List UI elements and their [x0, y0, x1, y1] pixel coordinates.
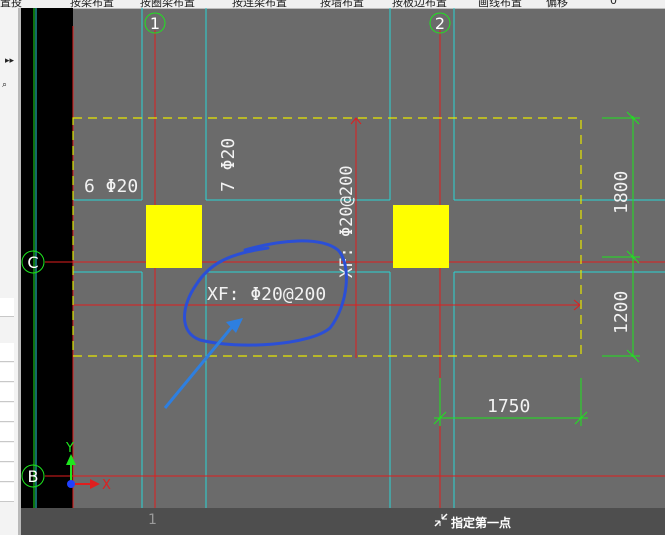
list-item[interactable]	[0, 483, 14, 502]
column-1[interactable]	[146, 205, 202, 268]
list-item[interactable]	[0, 403, 14, 422]
axis-label-c: C	[27, 253, 38, 272]
pick-point-icon	[434, 513, 448, 527]
rebar-label-vertical[interactable]: XF: Φ20@200	[337, 165, 357, 278]
list-item[interactable]	[0, 383, 14, 402]
axis-label-b: B	[28, 467, 39, 486]
ucs-y-label: Y	[65, 441, 74, 456]
list-item[interactable]	[0, 443, 14, 462]
list-item[interactable]	[0, 298, 14, 317]
list-item[interactable]	[0, 343, 14, 362]
expand-icon[interactable]: ▸▸	[5, 56, 14, 66]
rebar-label-horizontal[interactable]: XF: Φ20@200	[207, 284, 326, 305]
axis-label-1: 1	[150, 14, 160, 33]
list-item[interactable]	[0, 463, 14, 482]
offset-input[interactable]: 0	[610, 0, 617, 7]
rebar-label-left[interactable]: 6 Φ20	[84, 176, 138, 197]
ucs-icon: Y X	[65, 441, 111, 493]
rebar-label-mid[interactable]: 7 Φ20	[218, 138, 239, 192]
list-item[interactable]	[0, 363, 14, 382]
list-item[interactable]	[0, 423, 14, 442]
left-panel: ▸▸ ⌕	[0, 8, 19, 535]
dim-1200[interactable]: 1200	[611, 291, 632, 334]
axis-bubble-1[interactable]: 1	[144, 12, 166, 34]
axis-label-2: 2	[435, 14, 445, 33]
dim-1800[interactable]: 1800	[611, 171, 632, 214]
dim-1750[interactable]: 1750	[487, 396, 530, 417]
command-prompt: 指定第一点	[451, 516, 512, 530]
cad-canvas[interactable]: 1 2 C B 6 Φ20 7 Φ20 XF: Φ20@200 XF: Φ20@…	[21, 8, 665, 508]
annotation-arrow	[163, 321, 238, 409]
command-status-bar: 1 指定第一点	[21, 508, 665, 535]
axis-bubble-2[interactable]: 2	[429, 12, 451, 34]
search-icon[interactable]: ⌕	[2, 80, 7, 90]
column-2[interactable]	[393, 205, 449, 268]
axis-ghost-label: 1	[148, 512, 157, 528]
ucs-x-label: X	[102, 478, 111, 493]
